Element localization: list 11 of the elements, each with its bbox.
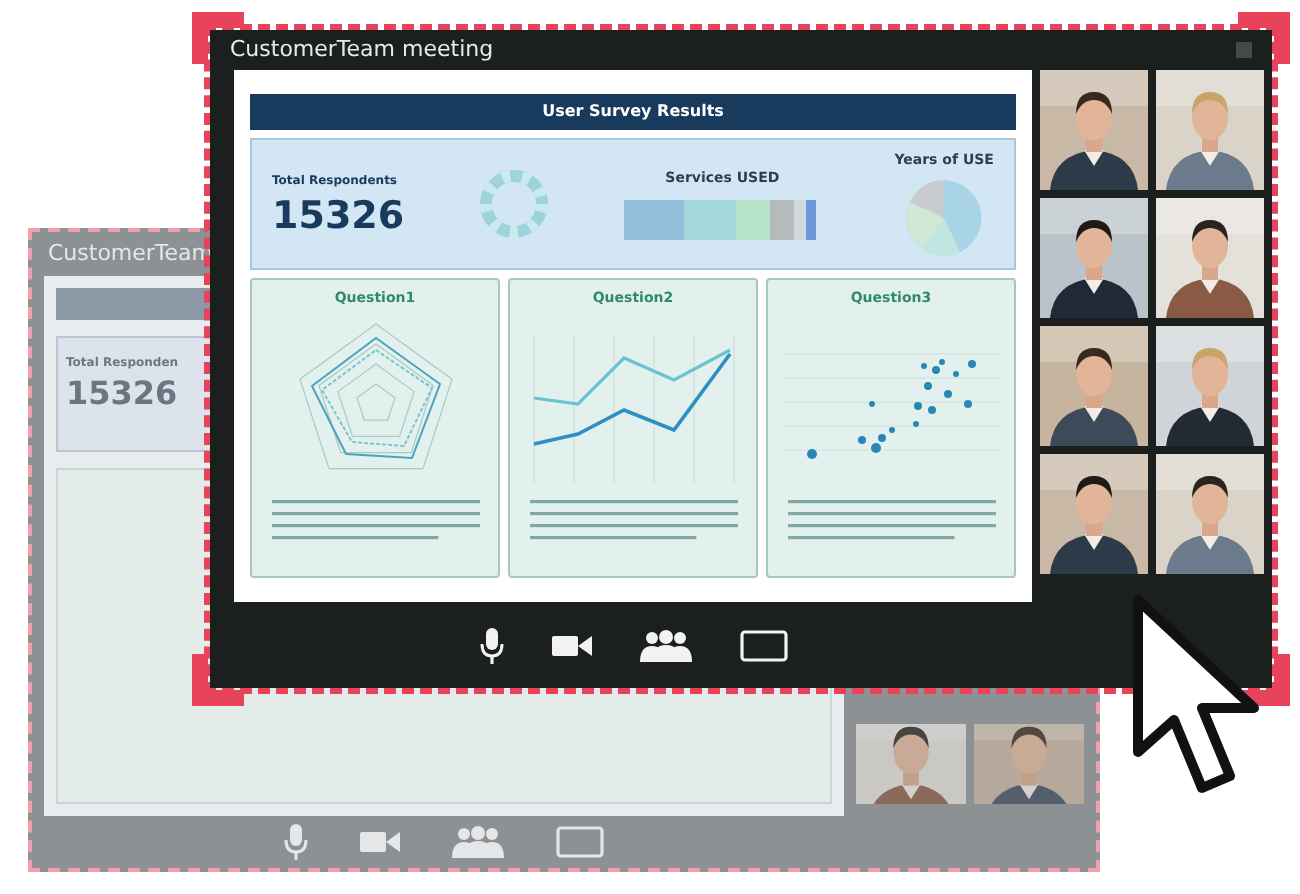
screen-share-icon[interactable]: [739, 629, 787, 661]
video-camera-icon[interactable]: [551, 633, 591, 657]
people-icon[interactable]: [639, 629, 691, 661]
donut-chart-drawing: [478, 168, 551, 240]
window-title: CustomerTeam meeting: [230, 33, 494, 66]
microphone-icon[interactable]: [479, 627, 503, 663]
stat-value: 15326: [272, 198, 405, 236]
pie-chart-drawing: [904, 177, 985, 258]
window-title: CustomerTeam: [48, 237, 214, 270]
stat-value: 15326: [66, 378, 180, 410]
dashboard-title: User Survey Results: [542, 100, 724, 124]
